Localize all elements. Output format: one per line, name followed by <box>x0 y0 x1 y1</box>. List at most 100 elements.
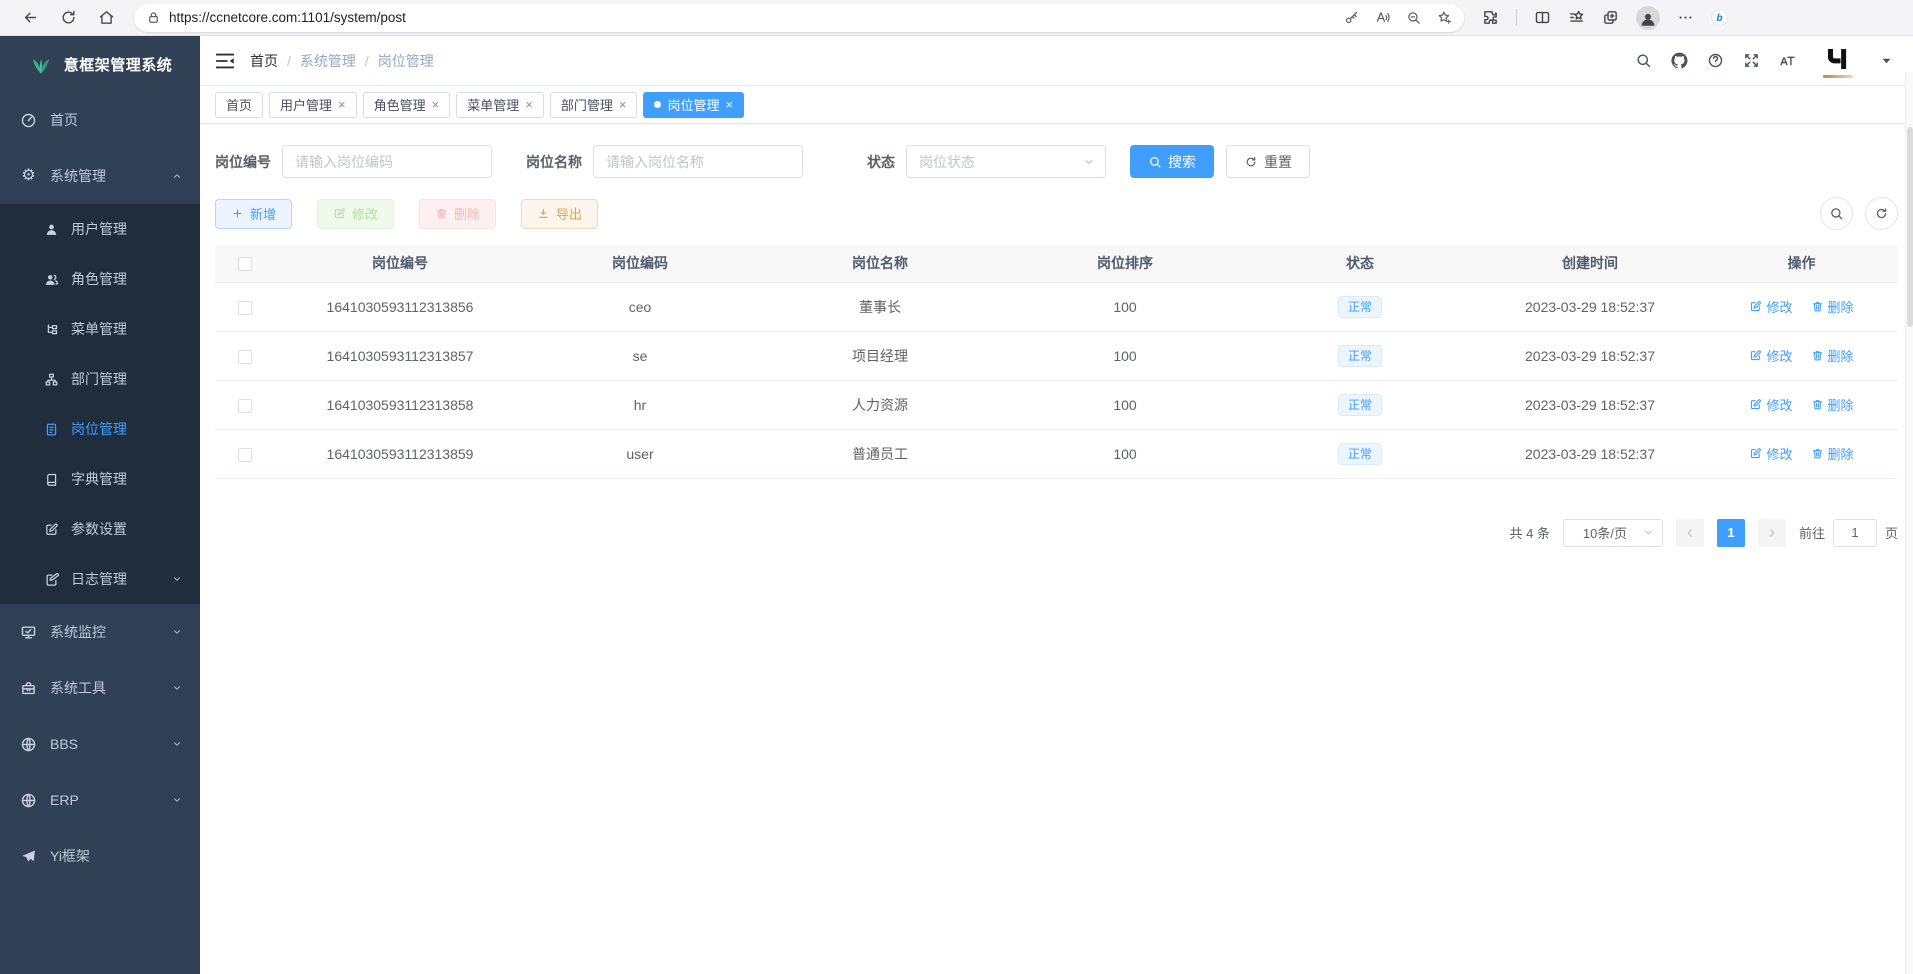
add-button[interactable]: 新增 <box>215 199 292 229</box>
cell-post_name: 普通员工 <box>755 429 1005 478</box>
delete-row-link[interactable]: 删除 <box>1811 444 1854 463</box>
refresh-table-button[interactable] <box>1865 197 1898 230</box>
close-icon[interactable]: × <box>432 98 440 111</box>
github-icon[interactable] <box>1671 52 1688 69</box>
delete-row-link[interactable]: 删除 <box>1811 297 1854 316</box>
sidebar-item-bbs[interactable]: BBS <box>0 716 200 772</box>
status-select[interactable]: 岗位状态 <box>906 145 1106 178</box>
edit-row-link[interactable]: 修改 <box>1749 395 1792 414</box>
tab-菜单管理[interactable]: 菜单管理× <box>456 92 544 118</box>
sidebar-item-system-monitor[interactable]: 系统监控 <box>0 604 200 660</box>
cell-sort: 100 <box>1005 331 1245 380</box>
sidebar-item-log-mgmt[interactable]: 日志管理 <box>0 554 200 604</box>
address-bar[interactable]: https://ccnetcore.com:1101/system/post <box>134 4 1464 32</box>
user-menu-caret-icon[interactable] <box>1878 52 1895 69</box>
text-size-icon[interactable] <box>1779 52 1796 69</box>
help-icon[interactable] <box>1707 52 1724 69</box>
delete-button[interactable]: 删除 <box>419 199 496 229</box>
row-checkbox[interactable] <box>238 399 252 413</box>
tab-角色管理[interactable]: 角色管理× <box>363 92 451 118</box>
reset-button[interactable]: 重置 <box>1226 145 1310 178</box>
page-number-1[interactable]: 1 <box>1717 519 1745 547</box>
tab-部门管理[interactable]: 部门管理× <box>550 92 638 118</box>
browser-home-button[interactable] <box>90 4 122 32</box>
sidebar-item-role-mgmt[interactable]: 角色管理 <box>0 254 200 304</box>
close-icon[interactable]: × <box>725 98 733 111</box>
cell-post_code: hr <box>525 380 755 429</box>
sidebar-item-post-mgmt[interactable]: 岗位管理 <box>0 404 200 454</box>
edit-row-link[interactable]: 修改 <box>1749 346 1792 365</box>
browser-refresh-button[interactable] <box>52 4 84 32</box>
browser-settings-icon[interactable] <box>1677 9 1694 26</box>
edit-row-link[interactable]: 修改 <box>1749 444 1792 463</box>
close-icon[interactable]: × <box>619 98 627 111</box>
row-checkbox[interactable] <box>238 350 252 364</box>
menu-fold-icon[interactable] <box>214 50 236 72</box>
extensions-icon[interactable] <box>1482 9 1499 26</box>
browser-profile-avatar[interactable] <box>1636 6 1660 30</box>
breadcrumb-item[interactable]: 首页 <box>250 51 278 71</box>
page-size-select[interactable]: 10条/页 <box>1563 519 1663 547</box>
split-screen-icon[interactable] <box>1534 9 1551 26</box>
page-scrollbar[interactable] <box>1905 72 1913 974</box>
search-button[interactable]: 搜索 <box>1130 145 1214 178</box>
next-page-button[interactable] <box>1758 519 1786 547</box>
globe-icon <box>20 792 37 809</box>
edit-button[interactable]: 修改 <box>317 199 394 229</box>
sidebar-item-erp[interactable]: ERP <box>0 772 200 828</box>
tab-首页[interactable]: 首页 <box>215 92 263 118</box>
page-size-value: 10条/页 <box>1583 523 1627 542</box>
cell-post_id: 1641030593112313856 <box>275 282 525 331</box>
cell-post_id: 1641030593112313859 <box>275 429 525 478</box>
tab-label: 首页 <box>226 95 252 114</box>
export-button[interactable]: 导出 <box>521 199 598 229</box>
row-checkbox[interactable] <box>238 448 252 462</box>
sidebar-item-dept-mgmt[interactable]: 部门管理 <box>0 354 200 404</box>
browser-back-button[interactable] <box>14 4 46 32</box>
sidebar-item-menu-mgmt[interactable]: 菜单管理 <box>0 304 200 354</box>
zoom-out-icon[interactable] <box>1406 10 1421 25</box>
add-favorite-icon[interactable] <box>1437 10 1452 25</box>
header-search-icon[interactable] <box>1635 52 1652 69</box>
sidebar-item-system-tools[interactable]: 系统工具 <box>0 660 200 716</box>
fullscreen-icon[interactable] <box>1743 52 1760 69</box>
delete-row-link[interactable]: 删除 <box>1811 395 1854 414</box>
password-key-icon[interactable] <box>1344 10 1359 25</box>
tab-岗位管理[interactable]: 岗位管理× <box>643 92 744 118</box>
tab-用户管理[interactable]: 用户管理× <box>269 92 357 118</box>
cell-sort: 100 <box>1005 282 1245 331</box>
copilot-bing-icon[interactable]: b <box>1711 9 1728 26</box>
app-logo[interactable]: 意框架管理系统 <box>0 36 200 92</box>
scrollbar-thumb[interactable] <box>1907 127 1913 327</box>
user-avatar[interactable] <box>1823 44 1853 78</box>
row-checkbox[interactable] <box>238 301 252 315</box>
post-name-input[interactable] <box>593 145 803 178</box>
sidebar-item-dict-mgmt[interactable]: 字典管理 <box>0 454 200 504</box>
sidebar-item-home[interactable]: 首页 <box>0 92 200 148</box>
url-text[interactable]: https://ccnetcore.com:1101/system/post <box>169 10 1336 25</box>
cell-actions: 修改删除 <box>1705 380 1898 429</box>
sidebar-item-label: 系统监控 <box>50 622 106 642</box>
prev-page-button[interactable] <box>1676 519 1704 547</box>
sidebar-item-user-mgmt[interactable]: 用户管理 <box>0 204 200 254</box>
favorites-bar-icon[interactable] <box>1568 9 1585 26</box>
column-header: 创建时间 <box>1475 245 1705 282</box>
close-icon[interactable]: × <box>525 98 533 111</box>
close-icon[interactable]: × <box>338 98 346 111</box>
edit-row-link-label: 修改 <box>1766 297 1792 316</box>
sidebar-item-param-settings[interactable]: 参数设置 <box>0 504 200 554</box>
toolbar-divider <box>1516 9 1517 26</box>
goto-page-input[interactable] <box>1833 519 1877 547</box>
add-button-label: 新增 <box>250 204 276 223</box>
delete-row-link[interactable]: 删除 <box>1811 346 1854 365</box>
tab-groups-icon[interactable] <box>1602 9 1619 26</box>
edit-row-link[interactable]: 修改 <box>1749 297 1792 316</box>
post-code-input[interactable] <box>282 145 492 178</box>
sidebar-item-system-mgmt[interactable]: ⚙系统管理 <box>0 148 200 204</box>
breadcrumb-separator: / <box>287 53 291 69</box>
read-aloud-icon[interactable] <box>1375 10 1390 25</box>
toggle-search-button[interactable] <box>1820 197 1853 230</box>
chevron-down-icon <box>1642 526 1655 539</box>
sidebar-item-yi-framework[interactable]: Yi框架 <box>0 828 200 884</box>
select-all-checkbox[interactable] <box>238 257 252 271</box>
